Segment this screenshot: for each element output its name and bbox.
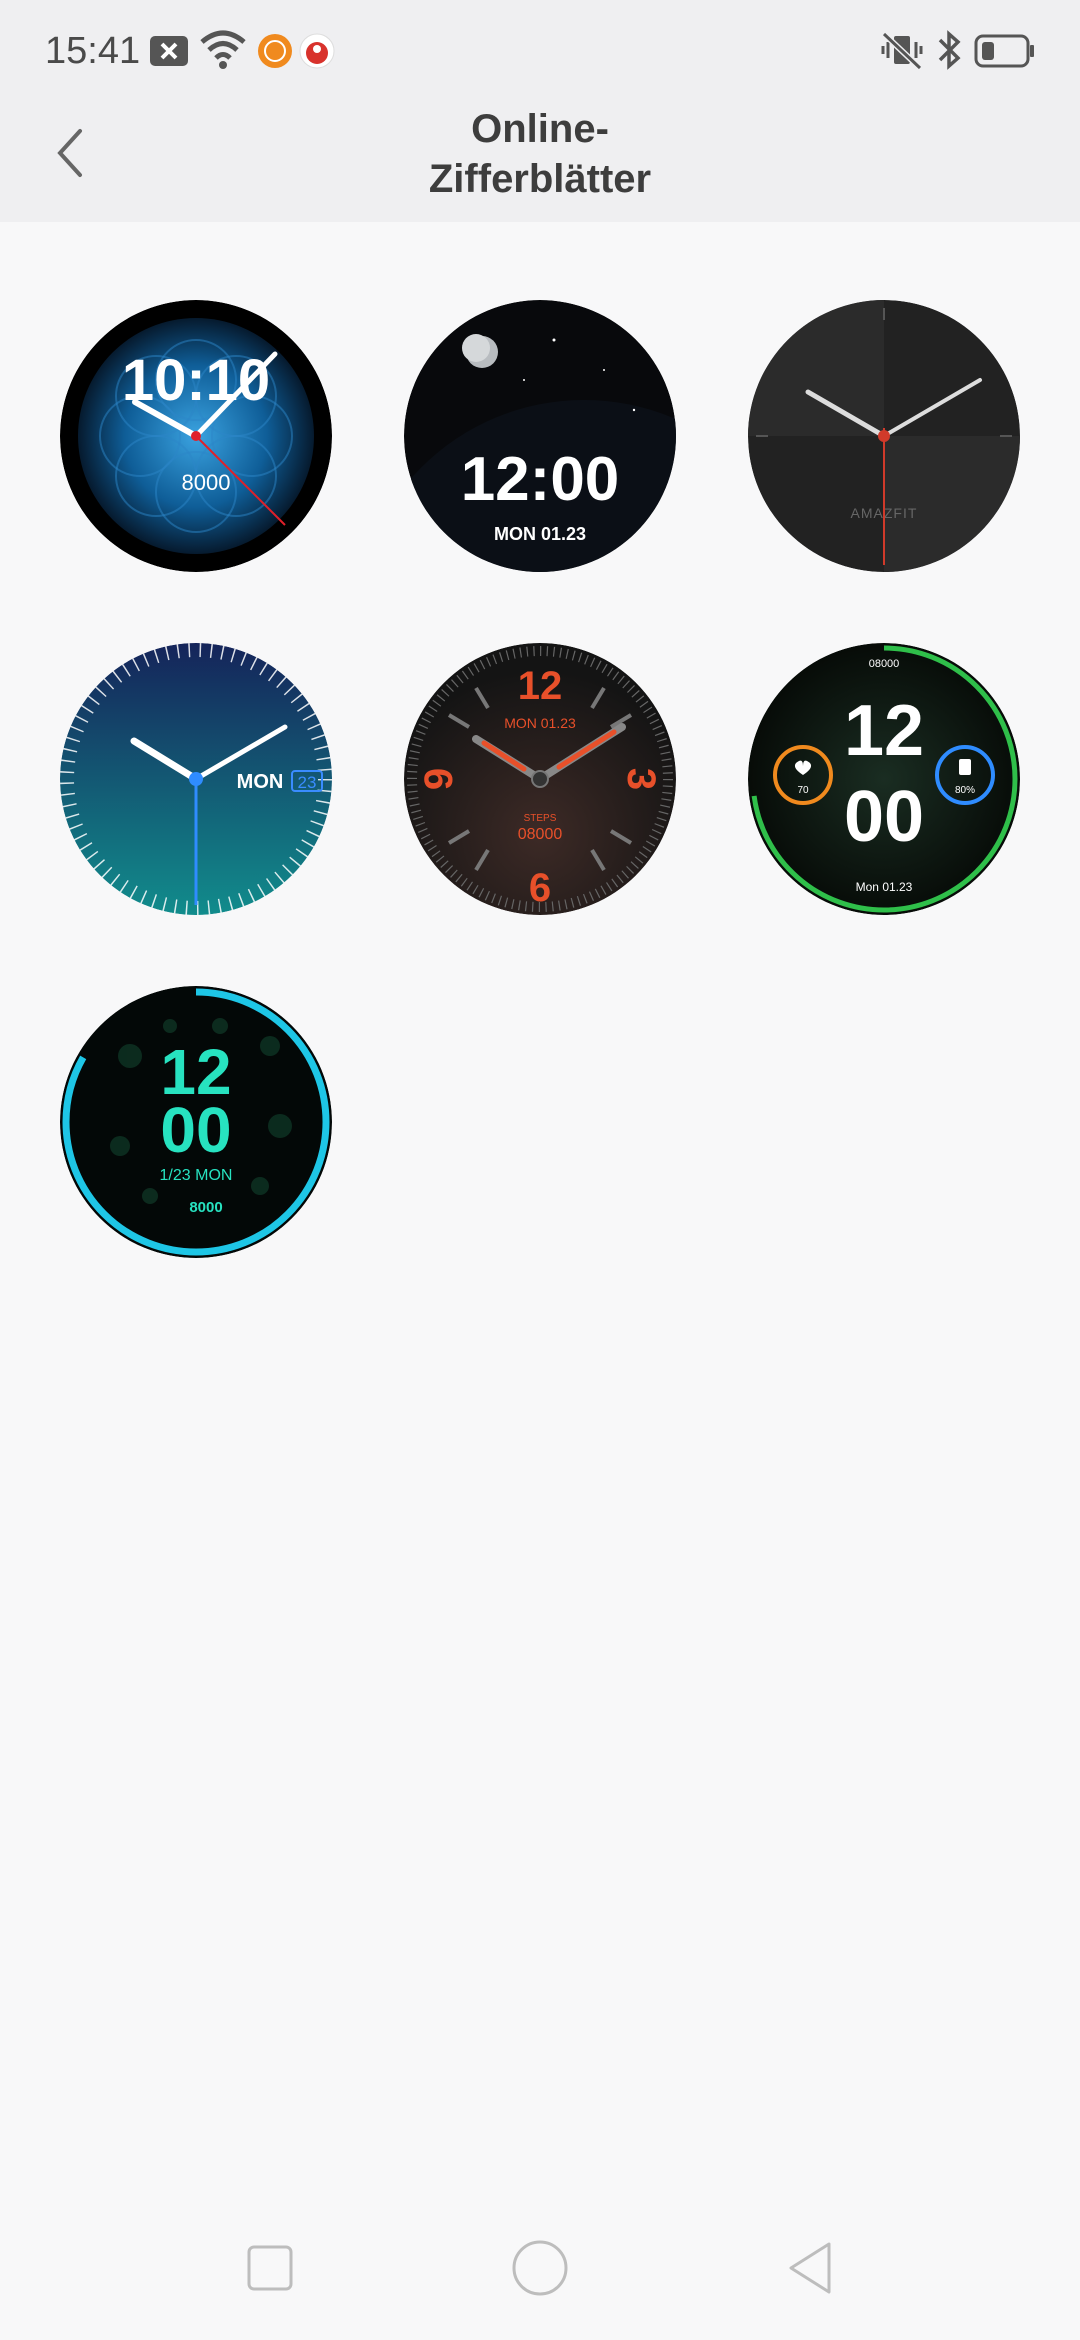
watch-face-preview: 12:00 MON 01.23 — [404, 300, 676, 572]
face-hour-6: 6 — [529, 866, 551, 910]
face-date-text: MON 01.23 — [504, 715, 576, 731]
bluetooth-icon — [936, 30, 962, 75]
face-heart-rate-text: 70 — [797, 785, 809, 796]
page-title-line1: Online- — [471, 107, 609, 151]
watch-face-item[interactable]: AMAZFIT — [748, 300, 1020, 572]
face-date-text: 23 — [298, 773, 317, 792]
face-time-text: 12:00 — [461, 445, 620, 514]
status-time: 15:41 — [45, 30, 141, 72]
face-minute-text: 00 — [844, 777, 924, 857]
page-title: Online- Zifferblätter — [340, 104, 740, 204]
face-hour-text: 12 — [844, 691, 924, 771]
watch-face-item[interactable]: 12 MON 01.23 STEPS 08000 9 3 6 — [404, 643, 676, 915]
watch-face-item[interactable]: 12:00 MON 01.23 — [404, 300, 676, 572]
watch-face-preview: 12 00 1/23 MON 8000 — [60, 986, 332, 1258]
face-date-text: Mon 01.23 — [856, 880, 913, 894]
face-battery-text: 80% — [955, 785, 975, 796]
watch-face-item[interactable]: 10:10 8000 — [60, 300, 332, 572]
wifi-icon — [200, 30, 246, 75]
back-triangle-icon — [789, 2242, 831, 2294]
watch-face-preview: 10:10 8000 — [60, 300, 332, 572]
recents-button[interactable] — [230, 2228, 310, 2308]
watch-face-preview: 12 MON 01.23 STEPS 08000 9 3 6 — [404, 643, 676, 915]
face-steps-text: 8000 — [189, 1199, 222, 1216]
face-steps-text: 08000 — [869, 658, 900, 670]
face-steps-text: 08000 — [518, 826, 563, 843]
watch-face-item[interactable]: 12 00 1/23 MON 8000 — [60, 986, 332, 1258]
face-steps-text: 8000 — [182, 470, 231, 495]
face-date-text: 1/23 MON — [160, 1167, 233, 1184]
page-title-line2: Zifferblätter — [428, 157, 652, 201]
home-circle-icon — [512, 2240, 568, 2296]
battery-icon — [974, 34, 1036, 73]
face-hour-3: 3 — [619, 768, 663, 790]
watch-face-preview: 08000 12 00 70 80% Mon 01.23 — [748, 643, 1020, 915]
recents-square-icon — [247, 2245, 293, 2291]
watch-face-preview: MON 23 — [60, 643, 332, 915]
face-day-text: MON — [237, 771, 284, 793]
face-steps-label: STEPS — [524, 813, 557, 824]
watch-face-preview: AMAZFIT — [748, 300, 1020, 572]
app-badge-icon — [256, 32, 294, 75]
watch-face-item[interactable]: 08000 12 00 70 80% Mon 01.23 — [748, 643, 1020, 915]
vibrate-off-icon — [880, 30, 924, 75]
home-button[interactable] — [500, 2228, 580, 2308]
face-date-text: MON 01.23 — [494, 524, 586, 544]
back-button[interactable] — [40, 118, 100, 188]
app-badge-icon — [298, 32, 336, 75]
face-hour-9: 9 — [417, 768, 461, 790]
nav-back-button[interactable] — [770, 2228, 850, 2308]
face-minute-text: 00 — [160, 1094, 231, 1166]
chevron-left-icon — [57, 129, 82, 177]
watch-face-item[interactable]: MON 23 — [60, 643, 332, 915]
face-hour-12: 12 — [518, 664, 563, 708]
close-notification-icon — [148, 34, 190, 73]
